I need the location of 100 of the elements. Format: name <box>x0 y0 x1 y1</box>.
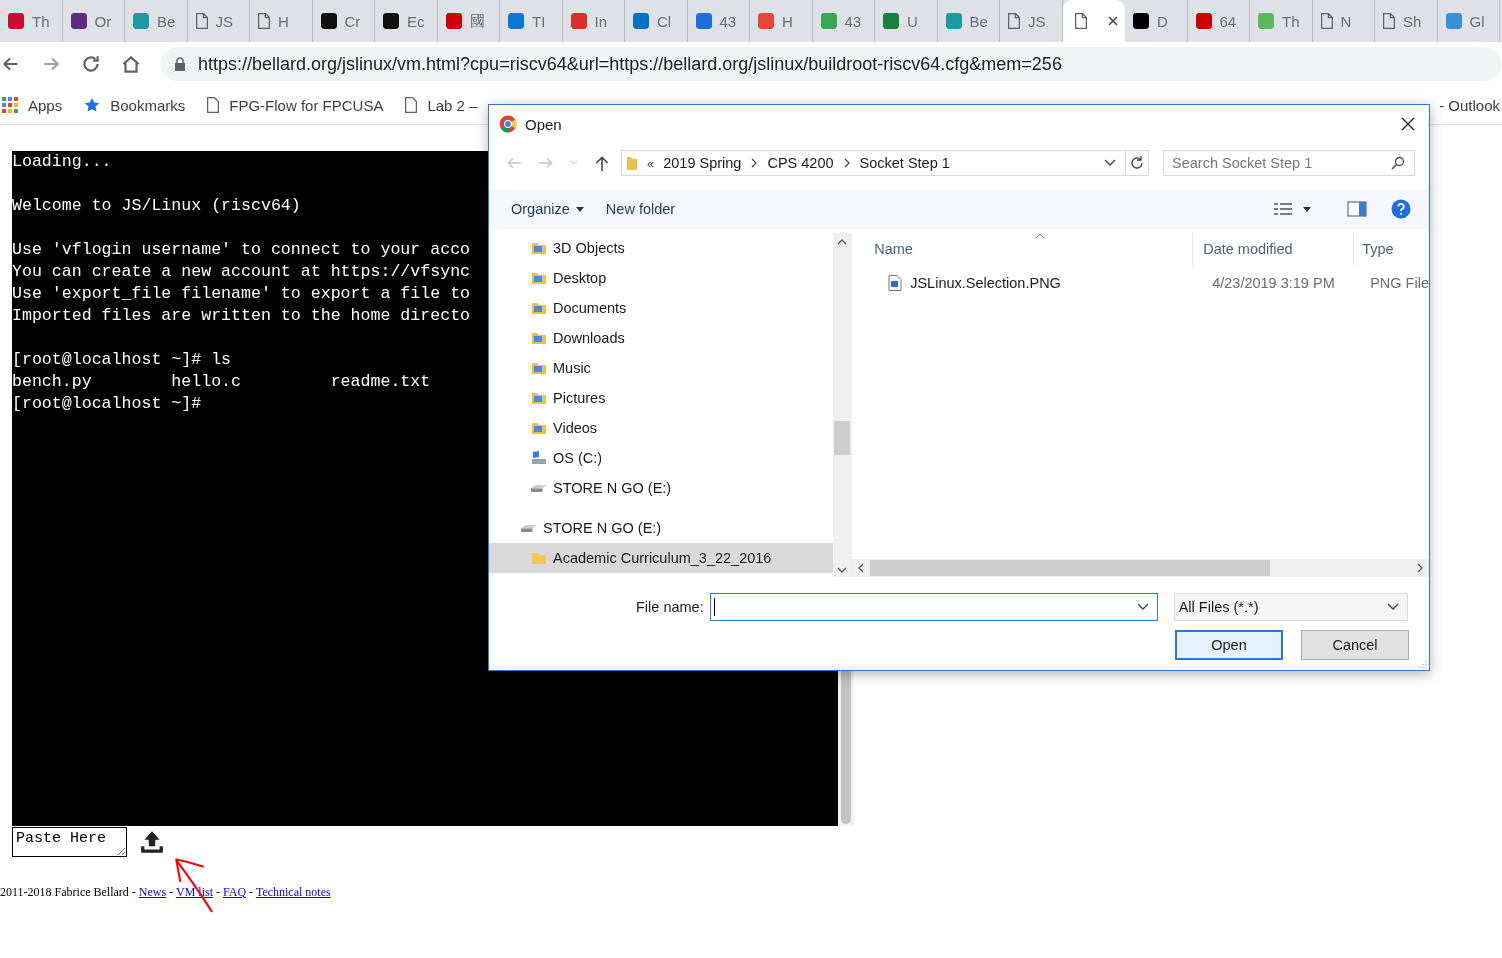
nav-item[interactable]: Pictures <box>489 383 834 413</box>
open-button[interactable]: Open <box>1175 630 1283 660</box>
bookmark[interactable]: Apps <box>2 96 63 114</box>
file-type-dropdown[interactable]: All Files (*.*) <box>1173 593 1408 621</box>
folder-icon <box>531 550 547 566</box>
scrollbar[interactable] <box>852 559 1429 577</box>
nav-item[interactable]: Videos <box>489 413 834 443</box>
folder-icon <box>626 155 638 171</box>
paste-field[interactable]: Paste Here <box>12 827 127 857</box>
scrollbar[interactable] <box>833 233 852 577</box>
star-icon <box>84 97 101 113</box>
page-icon <box>1074 13 1087 29</box>
file-date: 4/23/2019 3:19 PM <box>1211 275 1336 291</box>
nav-item[interactable]: Academic Curriculum_3_22_2016 <box>489 543 834 573</box>
terminal-line: bench.py hello.c readme.txt <box>12 371 431 393</box>
breadcrumb-bar[interactable]: « 2019 Spring CPS 4200 Socket Step 1 <box>621 150 1149 176</box>
refresh-icon[interactable] <box>1129 155 1145 171</box>
column-header[interactable]: Date modified <box>1192 233 1354 265</box>
file-name-field[interactable] <box>709 593 1158 621</box>
footer-link[interactable]: News <box>138 885 167 899</box>
caret-icon[interactable] <box>1303 206 1311 212</box>
breadcrumb-item[interactable]: CPS 4200 <box>767 155 834 171</box>
bookmark[interactable]: Bookmarks <box>84 96 186 114</box>
file-type: PNG File <box>1369 275 1429 291</box>
folder-icon <box>531 270 547 286</box>
terminal-line: [root@localhost ~]# ls <box>12 349 232 371</box>
nav-item[interactable]: Music <box>489 353 834 383</box>
scroll-thumb[interactable] <box>834 421 851 455</box>
terminal-line: Imported files are written to the home directo <box>12 305 471 327</box>
close-icon[interactable] <box>1401 117 1415 131</box>
organize-button[interactable]: Organize <box>503 197 592 221</box>
folder-icon <box>531 390 547 406</box>
page-icon <box>207 97 220 113</box>
view-list-icon[interactable] <box>1273 201 1293 217</box>
folder-icon <box>531 420 547 436</box>
terminal-line: Loading... <box>12 151 112 173</box>
bookmark[interactable]: FPG-Flow for FPCUSA <box>207 96 384 114</box>
footer-text: - <box>248 885 255 899</box>
browser-tab[interactable] <box>1062 0 1125 42</box>
resize-grip-icon[interactable] <box>1417 658 1427 668</box>
footer-link[interactable]: Technical notes <box>255 885 331 899</box>
nav-item[interactable]: Documents <box>489 293 834 323</box>
new-folder-button[interactable]: New folder <box>597 197 684 221</box>
image-file-icon <box>888 275 903 291</box>
reload-icon[interactable] <box>80 53 102 75</box>
scroll-right-icon[interactable] <box>1417 563 1423 573</box>
bookmark[interactable]: Lab 2 – <box>405 96 478 114</box>
breadcrumb-item[interactable]: Socket Step 1 <box>859 155 950 171</box>
column-header[interactable]: Type <box>1353 233 1394 265</box>
help-icon[interactable] <box>1391 199 1411 219</box>
apps-grid-icon <box>2 97 18 113</box>
search-icon <box>1391 156 1405 170</box>
folder-icon <box>531 360 547 376</box>
nav-item[interactable]: STORE N GO (E:) <box>489 513 834 543</box>
footer-text: - <box>168 885 175 899</box>
breadcrumb-item[interactable]: 2019 Spring <box>663 155 742 171</box>
page-icon <box>195 13 208 29</box>
page-icon <box>405 97 418 113</box>
page-icon <box>1383 13 1395 29</box>
terminal-line: Use 'export_file filename' to export a file to <box>12 283 471 305</box>
dialog-title: Open <box>525 115 563 133</box>
drive-icon <box>521 524 537 532</box>
address-bar[interactable]: https://bellard.org/jslinux/vm.html?cpu=riscv64&url=https://bellard.org/jslinux/buildroot-riscv64.cfg&mem=256 <box>160 47 1502 81</box>
chevron-down-icon <box>1386 603 1399 611</box>
chevron-down-icon <box>1136 603 1149 611</box>
nav-item[interactable]: 3D Objects <box>489 233 834 263</box>
nav-item[interactable]: Downloads <box>489 323 834 353</box>
file-row[interactable]: JSLinux.Selection.PNG 4/23/2019 3:19 PM PNG File <box>862 269 1429 297</box>
overflow-chevrons[interactable]: « <box>647 155 655 171</box>
drive-icon <box>531 484 547 492</box>
chevron-down-icon[interactable] <box>1104 159 1116 167</box>
home-icon[interactable] <box>120 53 142 75</box>
cancel-button[interactable]: Cancel <box>1301 630 1409 660</box>
upload-icon[interactable] <box>139 829 165 855</box>
preview-pane-icon[interactable] <box>1347 201 1367 217</box>
up-arrow-icon[interactable] <box>593 154 611 172</box>
scroll-up-icon[interactable] <box>837 239 848 245</box>
chevron-right-icon <box>750 158 759 168</box>
terminal-line: You can create a new account at https://vfsync <box>12 261 471 283</box>
terminal-line: Welcome to JS/Linux (riscv64) <box>12 195 301 217</box>
sort-caret-icon <box>1035 233 1046 239</box>
footer-link[interactable]: FAQ <box>223 885 247 899</box>
scroll-left-icon[interactable] <box>858 563 865 573</box>
nav-item[interactable]: STORE N GO (E:) <box>489 473 834 503</box>
bookmark[interactable]: - Outlook <box>1439 96 1500 114</box>
nav-item[interactable]: Desktop <box>489 263 834 293</box>
lock-icon <box>174 57 186 71</box>
footer-text: - <box>215 885 221 899</box>
chrome-icon <box>499 115 517 133</box>
close-icon[interactable] <box>1106 15 1119 27</box>
folder-icon <box>531 330 547 346</box>
scroll-down-icon[interactable] <box>837 567 848 573</box>
folder-icon <box>531 240 547 256</box>
caret-icon <box>575 206 584 212</box>
column-header[interactable]: Name <box>862 241 1193 257</box>
nav-item[interactable]: OS (C:) <box>489 443 834 473</box>
drive-icon <box>531 450 547 466</box>
field-label: File name: <box>636 599 704 615</box>
file-name: JSLinux.Selection.PNG <box>909 275 1062 291</box>
search-field[interactable]: Search Socket Step 1 <box>1163 150 1415 176</box>
